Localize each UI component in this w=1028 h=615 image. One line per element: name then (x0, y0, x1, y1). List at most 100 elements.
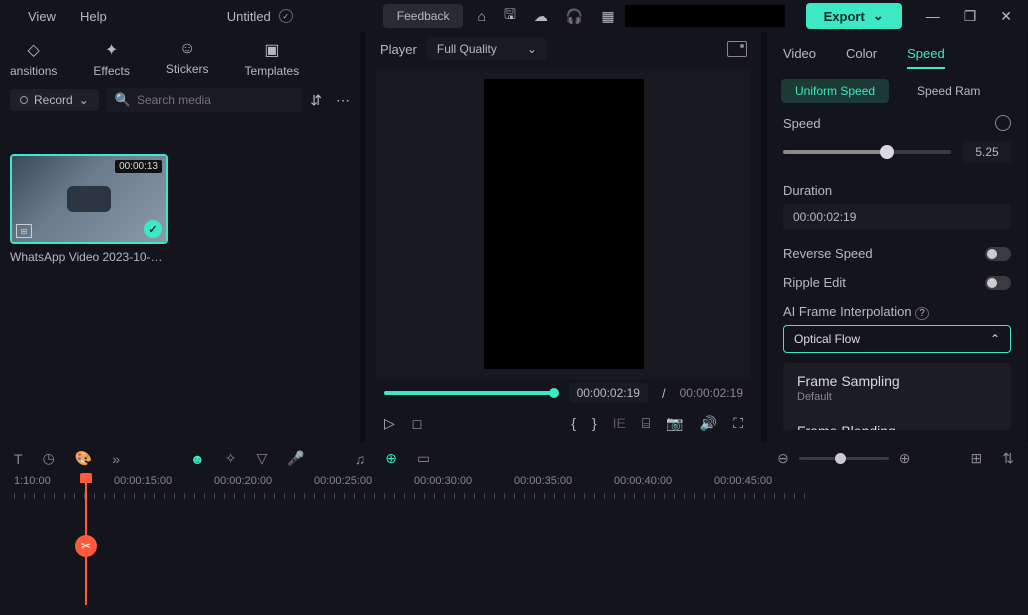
ai-frame-interpolation-label: AI Frame Interpolation ? (783, 304, 929, 319)
filter-icon[interactable]: ⇵ (310, 92, 322, 109)
menu-view[interactable]: View (28, 9, 56, 24)
fullscreen-icon[interactable]: ⛶ (733, 415, 743, 432)
play-icon[interactable]: ▷ (384, 415, 395, 432)
stickers-icon: ☺ (179, 40, 195, 58)
duration-input[interactable]: 00:00:02:19 (783, 204, 1011, 230)
save-icon[interactable]: 🖫 (504, 4, 516, 28)
playhead[interactable]: ✂ (85, 475, 87, 605)
effects-icon: ✦ (105, 40, 118, 60)
monitor-icon[interactable]: ⌂ (477, 8, 485, 24)
clip-label: WhatsApp Video 2023-10-05... (10, 250, 168, 264)
magnet-icon[interactable]: ⊕ (385, 450, 397, 467)
timeline-tick: 00:00:45:00 (714, 475, 814, 503)
player-panel: Player Full Quality ⌄ 00:00:02:19 / 00:0… (366, 32, 761, 442)
maximize-button[interactable]: ❐ (964, 8, 977, 25)
qr-icon[interactable]: ▦ (601, 8, 614, 25)
clip-duration: 00:00:13 (115, 160, 162, 173)
speed-slider[interactable] (783, 150, 951, 154)
tab-video[interactable]: Video (783, 46, 816, 69)
tab-speed[interactable]: Speed (907, 46, 945, 69)
timeline-tick: 00:00:20:00 (214, 475, 314, 503)
mark-out-icon[interactable]: } (592, 415, 597, 432)
title-bar: View Help Untitled ✓ Feedback ⌂ 🖫 ☁ 🎧 ▦ … (0, 0, 1028, 32)
player-viewport[interactable] (376, 68, 751, 379)
templates-icon: ▣ (264, 40, 279, 60)
snapshot-icon[interactable] (727, 41, 747, 57)
ripple-edit-toggle[interactable] (985, 276, 1011, 290)
progress-bar[interactable] (384, 391, 555, 395)
duration-label: Duration (783, 183, 832, 198)
tab-templates[interactable]: ▣Templates (245, 40, 300, 78)
settings-icon[interactable]: ⇅ (1002, 450, 1014, 467)
scissors-icon[interactable]: ✂ (75, 535, 97, 557)
stop-icon[interactable]: □ (413, 416, 421, 432)
more-tools-icon[interactable]: » (112, 451, 120, 467)
search-input[interactable] (137, 93, 294, 107)
timeline-tick: 00:00:25:00 (314, 475, 414, 503)
search-icon: 🔍 (115, 92, 131, 108)
shield-icon[interactable]: ▽ (256, 450, 267, 467)
mic-icon[interactable]: 🎤 (287, 450, 304, 467)
search-input-container[interactable]: 🔍 (107, 88, 303, 112)
headphone-icon[interactable]: 🎧 (566, 8, 583, 25)
timer-icon[interactable]: ◷ (43, 450, 55, 467)
minimize-button[interactable]: — (926, 8, 940, 25)
reverse-speed-toggle[interactable] (985, 247, 1011, 261)
timeline-tick: 1:10:00 (14, 475, 114, 503)
saved-check-icon: ✓ (279, 9, 293, 23)
speed-label: Speed (783, 116, 821, 131)
ai-frame-interpolation-dropdown[interactable]: Optical Flow ⌃ (783, 325, 1011, 353)
grid-icon[interactable]: ⊞ (971, 450, 983, 467)
document-title: Untitled (227, 9, 271, 24)
mark-in-icon[interactable]: { (571, 415, 576, 432)
speed-ramp-chip[interactable]: Speed Ram (903, 79, 994, 103)
text-icon[interactable]: IE (613, 415, 626, 432)
chevron-up-icon: ⌃ (990, 332, 1000, 346)
music-icon[interactable]: ♫ (355, 451, 366, 467)
camera-icon[interactable]: 📷 (666, 415, 683, 432)
redacted-area (625, 5, 785, 27)
time-current: 00:00:02:19 (569, 383, 648, 403)
zoom-out-icon[interactable]: ⊖ (777, 450, 789, 467)
feedback-button[interactable]: Feedback (383, 4, 464, 28)
export-button[interactable]: Export ⌄ (806, 3, 902, 29)
option-frame-blending[interactable]: Frame Blending Faster but lower quality (783, 413, 1011, 430)
crop-tool-icon[interactable]: ▭ (417, 450, 430, 467)
chevron-down-icon: ⌄ (527, 42, 537, 56)
option-frame-sampling[interactable]: Frame Sampling Default (783, 363, 1011, 413)
quality-dropdown[interactable]: Full Quality ⌄ (427, 38, 547, 60)
timeline-ruler[interactable]: 1:10:00 00:00:15:00 00:00:20:00 00:00:25… (0, 475, 1028, 503)
timeline-panel: T ◷ 🎨 » ☻ ✧ ▽ 🎤 ♫ ⊕ ▭ ⊖ ⊕ ⊞ ⇅ 1:10:00 00… (0, 442, 1028, 615)
reset-icon[interactable] (995, 115, 1011, 131)
tab-stickers[interactable]: ☺Stickers (166, 40, 209, 78)
cloud-icon[interactable]: ☁ (534, 8, 548, 25)
more-icon[interactable]: ⋯ (336, 92, 350, 109)
text-tool-icon[interactable]: T (14, 451, 23, 467)
time-total: 00:00:02:19 (680, 386, 743, 400)
timeline-tick: 00:00:40:00 (614, 475, 714, 503)
tab-color[interactable]: Color (846, 46, 877, 69)
uniform-speed-chip[interactable]: Uniform Speed (781, 79, 889, 103)
media-panel: ◇ansitions ✦Effects ☺Stickers ▣Templates… (0, 32, 360, 442)
zoom-in-icon[interactable]: ⊕ (899, 450, 911, 467)
chevron-down-icon: ⌄ (79, 93, 89, 107)
speed-value[interactable]: 5.25 (963, 141, 1011, 163)
menu-help[interactable]: Help (80, 9, 107, 24)
zoom-slider[interactable] (799, 457, 889, 460)
tab-effects[interactable]: ✦Effects (93, 40, 129, 78)
tab-transitions[interactable]: ◇ansitions (10, 40, 57, 78)
ripple-edit-label: Ripple Edit (783, 275, 846, 290)
help-icon[interactable]: ? (915, 307, 929, 320)
export-label: Export (824, 9, 865, 24)
timeline-tick: 00:00:15:00 (114, 475, 214, 503)
volume-icon[interactable]: 🔊 (700, 415, 717, 432)
palette-icon[interactable]: 🎨 (75, 450, 92, 467)
screen-icon[interactable]: ⌸ (642, 415, 650, 432)
close-button[interactable]: ✕ (1000, 8, 1012, 25)
record-button[interactable]: Record ⌄ (10, 89, 99, 111)
timeline-zoom: ⊖ ⊕ (777, 450, 910, 467)
ai-face-icon[interactable]: ☻ (190, 451, 205, 467)
media-clip[interactable]: 00:00:13 ⊞ ✓ (10, 154, 168, 244)
sparkle-icon[interactable]: ✧ (225, 450, 237, 467)
properties-panel: Video Color Speed Uniform Speed Speed Ra… (767, 32, 1027, 442)
